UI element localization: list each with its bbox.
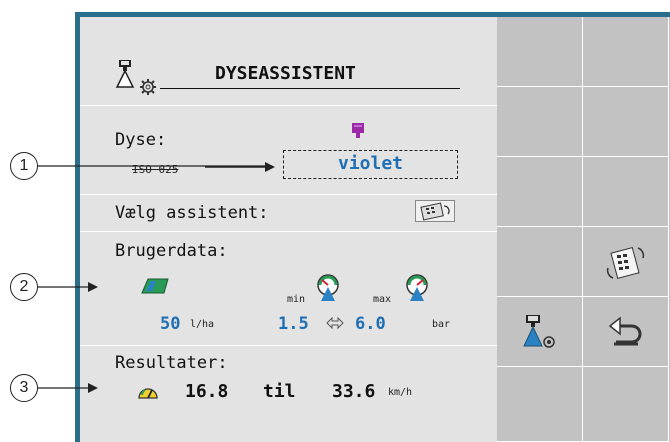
softkey-5[interactable] xyxy=(497,157,583,227)
assistant-select-button[interactable] xyxy=(415,200,455,222)
nozzle-color-icon xyxy=(352,123,364,138)
nozzle-label: Dyse: xyxy=(115,130,167,150)
field-application-icon xyxy=(141,278,169,294)
softkey-12[interactable] xyxy=(583,367,669,442)
calculator-refresh-icon xyxy=(606,246,644,279)
max-pressure-gauge-icon xyxy=(406,274,428,301)
assistant-label: Vælg assistent: xyxy=(115,203,269,223)
results-label: Resultater: xyxy=(115,353,228,373)
divider xyxy=(80,194,497,195)
max-label: max xyxy=(373,294,392,305)
user-data-label: Brugerdata: xyxy=(115,241,228,261)
min-pressure-value[interactable]: 1.5 xyxy=(278,314,309,334)
back-arrow-icon xyxy=(608,315,641,345)
callout-2-arrow xyxy=(38,282,98,292)
gear-icon xyxy=(140,79,156,95)
softkey-3[interactable] xyxy=(497,87,583,157)
callout-3-arrow xyxy=(38,383,98,393)
nozzle-assistant-icon xyxy=(522,314,555,348)
callout-1-line xyxy=(38,165,268,167)
divider xyxy=(80,345,497,346)
nozzle-color-field[interactable]: violet xyxy=(283,150,458,179)
callout-2: 2 xyxy=(10,273,38,301)
speed-max-value: 33.6 xyxy=(332,381,376,402)
nozzle-icon xyxy=(115,60,135,88)
callout-3: 3 xyxy=(10,374,38,402)
callout-1: 1 xyxy=(10,152,38,180)
nozzle-color-value: violet xyxy=(337,153,404,174)
rate-unit: l/ha xyxy=(190,319,215,330)
min-label: min xyxy=(287,294,306,305)
to-word: til xyxy=(263,381,296,402)
main-panel: DYSEASSISTENT Dyse: ISO 025 violet Vælg … xyxy=(80,17,497,442)
pressure-unit: bar xyxy=(432,319,451,330)
back-button[interactable] xyxy=(583,297,669,367)
calculator-icon xyxy=(420,202,450,221)
softkey-6[interactable] xyxy=(583,157,669,227)
speedometer-icon xyxy=(138,388,158,399)
nozzle-assistant-button[interactable] xyxy=(497,297,583,367)
softkey-7[interactable] xyxy=(497,227,583,297)
max-pressure-value[interactable]: 6.0 xyxy=(355,314,386,334)
softkey-1[interactable] xyxy=(497,17,583,87)
divider xyxy=(80,105,497,106)
divider xyxy=(80,231,497,232)
speed-unit: km/h xyxy=(388,387,413,398)
softkey-4[interactable] xyxy=(583,87,669,157)
rate-value[interactable]: 50 xyxy=(160,314,180,334)
speed-min-value: 16.8 xyxy=(185,381,229,402)
softkey-bar xyxy=(497,17,670,442)
min-pressure-gauge-icon xyxy=(317,274,339,301)
calculator-refresh-button[interactable] xyxy=(583,227,669,297)
title-underline xyxy=(160,88,460,89)
softkey-11[interactable] xyxy=(497,367,583,442)
softkey-2[interactable] xyxy=(583,17,669,87)
page-title: DYSEASSISTENT xyxy=(215,63,356,84)
range-arrows-icon xyxy=(326,316,344,330)
